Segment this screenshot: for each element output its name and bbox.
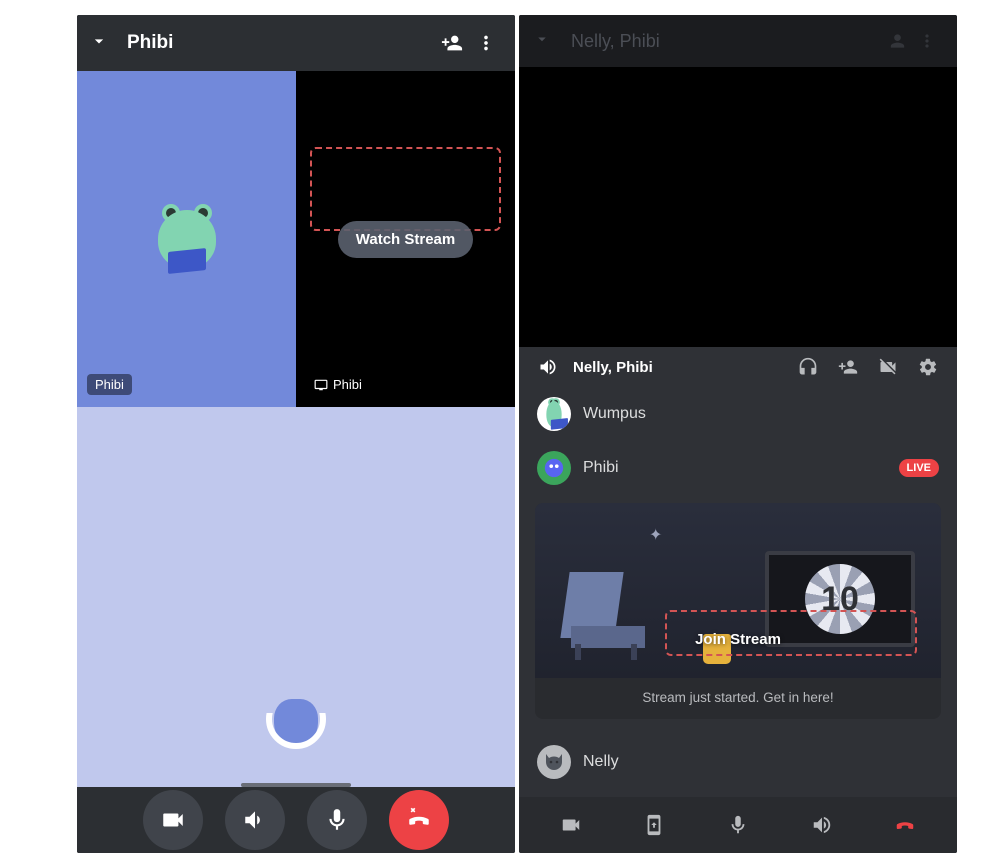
avatar xyxy=(537,745,571,779)
add-user-icon[interactable] xyxy=(879,31,911,51)
add-user-icon[interactable] xyxy=(833,357,863,377)
video-grid: Phibi Watch Stream Phibi xyxy=(77,71,515,407)
speaker-icon xyxy=(533,357,563,377)
voice-channel-title: Nelly, Phibi xyxy=(573,359,653,376)
more-icon[interactable] xyxy=(469,32,503,54)
microphone-button[interactable] xyxy=(307,790,367,850)
screenshare-button[interactable] xyxy=(630,814,678,836)
participant-tile-phibi[interactable]: Phibi xyxy=(77,71,296,407)
microphone-button[interactable] xyxy=(714,814,762,836)
avatar xyxy=(537,451,571,485)
name-tag-text: Phibi xyxy=(95,377,124,392)
gear-icon[interactable] xyxy=(913,357,943,377)
member-row-wumpus[interactable]: Wumpus xyxy=(519,387,957,441)
highlight-box xyxy=(310,147,501,231)
avatar-self xyxy=(268,691,324,747)
headset-icon[interactable] xyxy=(793,357,823,377)
stream-tile[interactable]: Watch Stream Phibi xyxy=(296,71,515,407)
speaker-button[interactable] xyxy=(225,790,285,850)
add-user-icon[interactable] xyxy=(435,32,469,54)
member-name: Wumpus xyxy=(583,405,646,423)
stream-thumbnail[interactable]: ✦ 10 Join Stream xyxy=(535,503,941,678)
self-tile[interactable] xyxy=(77,407,515,787)
call-controls xyxy=(77,787,515,853)
speaker-button[interactable] xyxy=(798,814,846,836)
collapsed-video-area[interactable] xyxy=(519,67,957,347)
voice-channel-header: Nelly, Phibi xyxy=(519,347,957,387)
hangup-button[interactable] xyxy=(389,790,449,850)
collapse-icon[interactable] xyxy=(533,30,559,53)
camera-button[interactable] xyxy=(143,790,203,850)
call-screen-left: Phibi Phibi Watch Stream xyxy=(77,15,515,853)
member-row-nelly[interactable]: Nelly xyxy=(519,735,957,789)
avatar xyxy=(537,397,571,431)
video-off-icon[interactable] xyxy=(873,357,903,377)
stream-card: ✦ 10 Join Stream Stream just started. Ge… xyxy=(535,503,941,719)
stream-caption: Stream just started. Get in here! xyxy=(535,678,941,705)
bottom-controls xyxy=(519,797,957,853)
voice-panel-right: Nelly, Phibi Nelly, Phibi xyxy=(519,15,957,853)
monitor-icon xyxy=(314,378,328,392)
more-icon[interactable] xyxy=(911,31,943,51)
call-header: Phibi xyxy=(77,15,515,71)
participant-name-tag: Phibi xyxy=(87,374,132,395)
stream-name-text: Phibi xyxy=(333,377,362,392)
stream-name-tag: Phibi xyxy=(306,374,370,395)
watch-stream-button[interactable]: Watch Stream xyxy=(338,221,473,258)
hangup-button[interactable] xyxy=(881,814,929,836)
sparkle-icon: ✦ xyxy=(649,525,662,545)
member-name: Phibi xyxy=(583,459,619,477)
collapse-icon[interactable] xyxy=(89,31,117,56)
dim-header: Nelly, Phibi xyxy=(519,15,957,67)
member-name: Nelly xyxy=(583,753,619,771)
dim-title: Nelly, Phibi xyxy=(559,31,879,52)
camera-button[interactable] xyxy=(547,814,595,836)
join-stream-button[interactable]: Join Stream xyxy=(535,631,941,648)
live-badge: LIVE xyxy=(899,459,939,477)
drag-handle[interactable] xyxy=(241,783,351,787)
member-row-phibi[interactable]: Phibi LIVE xyxy=(519,441,957,495)
call-title: Phibi xyxy=(117,32,435,54)
avatar-frog xyxy=(158,210,216,268)
